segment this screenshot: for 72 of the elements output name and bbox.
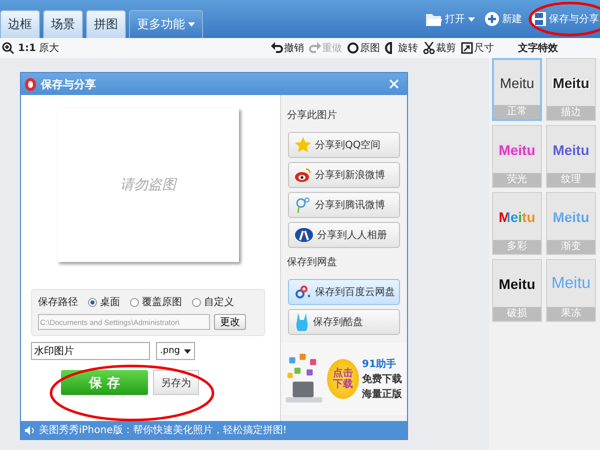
actual-size-button[interactable]: 1:1 原大: [18, 41, 60, 55]
tool-button[interactable]: 旋转: [385, 41, 418, 55]
filename-field[interactable]: 水印图片: [31, 342, 150, 360]
effect-label: 荧光: [493, 173, 541, 187]
radio-option[interactable]: 桌面: [88, 295, 120, 309]
radio-option[interactable]: 覆盖原图: [130, 295, 182, 309]
save-path-label: 保存路径: [38, 296, 78, 309]
app-logo-icon: [25, 78, 36, 90]
ad-slogan: 海量正版: [362, 388, 402, 401]
effect-label: 正常: [494, 105, 540, 119]
effect-label: 破损: [493, 307, 541, 321]
effect-tile[interactable]: Meitu 破损: [492, 259, 542, 322]
section-label: 保存到网盘: [287, 256, 337, 269]
share-button[interactable]: 分享到人人相册: [288, 222, 400, 248]
share-button[interactable]: 分享到腾讯微博: [288, 192, 400, 218]
panel-title: 文字特效: [518, 41, 559, 55]
download-badge[interactable]: 点击下载: [327, 359, 359, 399]
format-dropdown[interactable]: .png: [156, 342, 195, 360]
effect-label: 果冻: [547, 307, 595, 321]
caret-icon: [184, 348, 191, 354]
scissors-icon: [423, 42, 435, 54]
effect-label: 渐变: [547, 240, 595, 254]
effect-sample: Meitu: [498, 74, 536, 92]
tool-button[interactable]: 撤销: [271, 41, 304, 55]
save-icon: [532, 12, 546, 26]
effect-tile[interactable]: Meitu 纹理: [546, 125, 596, 188]
effect-sample: Meitu: [498, 274, 536, 294]
effect-label: 描边: [547, 106, 595, 120]
change-button[interactable]: 更改: [214, 314, 246, 330]
tab[interactable]: 拼图: [86, 10, 126, 38]
tool-button[interactable]: 裁剪: [423, 41, 456, 55]
share-button[interactable]: 分享到QQ空间: [288, 132, 400, 158]
effect-tile[interactable]: Meitu 描边: [546, 58, 596, 121]
watermark-text: 请勿盗图: [120, 176, 176, 194]
effect-label: 纹理: [547, 173, 595, 187]
star-icon: [295, 137, 311, 153]
caret-icon: [468, 16, 475, 22]
effect-sample: Meitu: [552, 140, 590, 160]
caret-icon: [188, 22, 195, 27]
toolbar-button[interactable]: 打开: [426, 12, 475, 26]
effect-sample: Meitu: [498, 140, 536, 160]
radio-option[interactable]: 自定义: [192, 295, 234, 309]
save-as-button[interactable]: 另存为: [153, 370, 199, 395]
circle-icon: [347, 42, 359, 54]
redo-icon: [309, 42, 321, 54]
status-text: 美图秀秀iPhone版：帮你快速美化照片，轻松搞定拼图!: [39, 424, 287, 437]
zoom-in-icon[interactable]: [2, 42, 14, 54]
tab[interactable]: 边框: [0, 10, 40, 38]
eye-icon: [295, 167, 311, 183]
tab[interactable]: 场景: [43, 10, 83, 38]
cloud-button[interactable]: 保存到百度云网盘: [288, 279, 400, 305]
speaker-icon: [25, 426, 35, 434]
toolbar-button[interactable]: 新建: [485, 12, 522, 26]
folder-icon: [426, 12, 442, 26]
brand-label: 91助手: [362, 358, 397, 371]
undo-icon: [271, 42, 283, 54]
plus-icon: [485, 12, 499, 26]
effect-sample: Meitu: [552, 74, 590, 92]
tool-button[interactable]: 原图: [347, 41, 380, 55]
dialog-title: 保存与分享: [41, 76, 96, 92]
section-label: 分享此图片: [287, 108, 337, 122]
cloud-button[interactable]: 保存到酷盘: [288, 309, 400, 335]
effect-sample: Meitu: [550, 274, 592, 294]
share-button[interactable]: 分享到新浪微博: [288, 162, 400, 188]
effect-label: 多彩: [493, 240, 541, 254]
figures-icon: [295, 228, 313, 242]
close-icon[interactable]: [389, 79, 399, 89]
resize-icon: [461, 42, 473, 54]
effect-tile[interactable]: Meitu 正常: [492, 58, 542, 121]
tool-button[interactable]: 尺寸: [461, 41, 494, 55]
ad-slogan: 免费下载: [362, 372, 402, 386]
pin-icon: [295, 197, 311, 213]
